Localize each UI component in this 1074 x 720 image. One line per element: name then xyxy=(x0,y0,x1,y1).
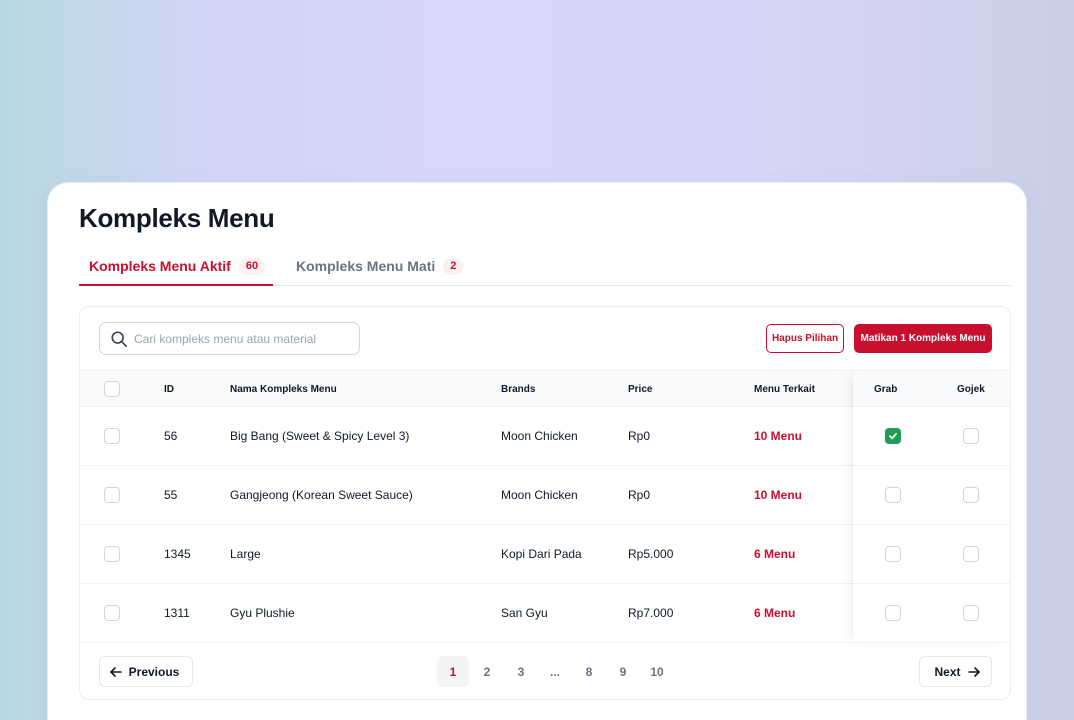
table-row[interactable]: 1311 Gyu Plushie San Gyu Rp7.000 6 Menu xyxy=(80,584,1010,643)
grab-checkbox[interactable] xyxy=(885,428,901,444)
header-gojek: Gojek xyxy=(957,384,985,395)
arrow-left-icon xyxy=(109,666,122,677)
header-name: Nama Kompleks Menu xyxy=(230,384,337,395)
hapus-pilihan-button[interactable]: Hapus Pilihan xyxy=(766,324,844,353)
tab-kompleks-menu-aktif[interactable]: Kompleks Menu Aktif 60 xyxy=(79,253,273,286)
cell-name: Gyu Plushie xyxy=(230,606,295,620)
cell-price: Rp0 xyxy=(628,488,651,502)
cell-brand: Kopi Dari Pada xyxy=(501,547,582,561)
search-box[interactable] xyxy=(99,322,360,355)
row-checkbox[interactable] xyxy=(104,487,120,503)
gojek-checkbox[interactable] xyxy=(963,487,979,503)
page-10[interactable]: 10 xyxy=(641,656,673,687)
cell-name: Big Bang (Sweet & Spicy Level 3) xyxy=(230,429,410,443)
header-brands: Brands xyxy=(501,384,536,395)
table-row[interactable]: 55 Gangjeong (Korean Sweet Sauce) Moon C… xyxy=(80,466,1010,525)
page-ellipsis: ... xyxy=(549,664,560,679)
gojek-checkbox[interactable] xyxy=(963,546,979,562)
row-checkbox[interactable] xyxy=(104,605,120,621)
cell-brand: San Gyu xyxy=(501,606,548,620)
row-checkbox[interactable] xyxy=(104,546,120,562)
cell-menu-terkait-link[interactable]: 10 Menu xyxy=(754,407,802,466)
header-grab: Grab xyxy=(874,384,898,395)
arrow-right-icon xyxy=(967,666,980,677)
next-label: Next xyxy=(934,664,961,679)
grab-checkbox[interactable] xyxy=(885,605,901,621)
grab-checkbox[interactable] xyxy=(885,546,901,562)
cell-brand: Moon Chicken xyxy=(501,488,578,502)
page-1[interactable]: 1 xyxy=(437,656,469,687)
previous-label: Previous xyxy=(128,664,180,679)
cell-price: Rp7.000 xyxy=(628,606,674,620)
page-2[interactable]: 2 xyxy=(471,656,503,687)
tab-label: Kompleks Menu Aktif xyxy=(89,258,231,274)
cell-id: 1311 xyxy=(164,606,190,620)
previous-button[interactable]: Previous xyxy=(99,656,193,687)
search-icon xyxy=(111,330,128,347)
tab-label: Kompleks Menu Mati xyxy=(296,258,436,274)
header-id: ID xyxy=(164,384,174,395)
kompleks-menu-card: Kompleks Menu Kompleks Menu Aktif 60 Kom… xyxy=(48,183,1026,720)
gojek-checkbox[interactable] xyxy=(963,428,979,444)
cell-id: 56 xyxy=(164,429,178,443)
cell-menu-terkait-link[interactable]: 10 Menu xyxy=(754,466,802,525)
cell-name: Large xyxy=(230,547,261,561)
header-price: Price xyxy=(628,384,653,395)
header-menu-terkait: Menu Terkait xyxy=(754,384,815,395)
cell-menu-terkait-link[interactable]: 6 Menu xyxy=(754,525,795,584)
cell-id: 55 xyxy=(164,488,178,502)
tab-bar: Kompleks Menu Aktif 60 Kompleks Menu Mat… xyxy=(79,253,1011,286)
page-3[interactable]: 3 xyxy=(505,656,537,687)
cell-brand: Moon Chicken xyxy=(501,429,578,443)
row-checkbox[interactable] xyxy=(104,428,120,444)
cell-price: Rp5.000 xyxy=(628,547,674,561)
table-row[interactable]: 1345 Large Kopi Dari Pada Rp5.000 6 Menu xyxy=(80,525,1010,584)
search-input[interactable] xyxy=(134,331,344,346)
tab-count-badge: 60 xyxy=(238,258,266,275)
tab-count-badge: 2 xyxy=(443,258,464,275)
next-button[interactable]: Next xyxy=(919,656,992,687)
grab-checkbox[interactable] xyxy=(885,487,901,503)
cell-name: Gangjeong (Korean Sweet Sauce) xyxy=(230,488,413,502)
page-9[interactable]: 9 xyxy=(607,656,639,687)
page-title: Kompleks Menu xyxy=(79,203,275,233)
tab-kompleks-menu-mati[interactable]: Kompleks Menu Mati 2 xyxy=(296,253,464,286)
cell-price: Rp0 xyxy=(628,429,651,443)
cell-menu-terkait-link[interactable]: 6 Menu xyxy=(754,584,795,643)
table-header: ID Nama Kompleks Menu Brands Price Menu … xyxy=(80,370,1010,407)
matikan-kompleks-menu-button[interactable]: Matikan 1 Kompleks Menu xyxy=(854,324,992,353)
check-icon xyxy=(889,432,897,440)
gojek-checkbox[interactable] xyxy=(963,605,979,621)
select-all-checkbox[interactable] xyxy=(104,381,120,397)
table-panel: Hapus Pilihan Matikan 1 Kompleks Menu ID… xyxy=(79,306,1011,700)
cell-id: 1345 xyxy=(164,547,191,561)
page-8[interactable]: 8 xyxy=(573,656,605,687)
table-row[interactable]: 56 Big Bang (Sweet & Spicy Level 3) Moon… xyxy=(80,407,1010,466)
